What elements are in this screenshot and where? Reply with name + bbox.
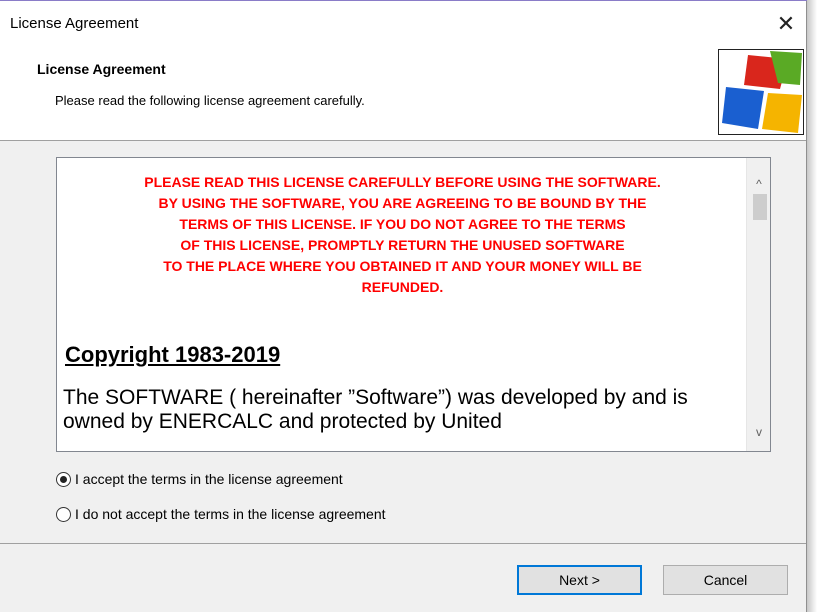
title-bar: License Agreement ✕ — [0, 1, 806, 45]
license-warning-line: TO THE PLACE WHERE YOU OBTAINED IT AND Y… — [163, 258, 642, 274]
installer-logo-icon — [718, 49, 804, 135]
license-content: PLEASE READ THIS LICENSE CAREFULLY BEFOR… — [61, 172, 744, 434]
license-text-box[interactable]: PLEASE READ THIS LICENSE CAREFULLY BEFOR… — [56, 157, 771, 452]
header-subtitle: Please read the following license agreem… — [55, 93, 365, 108]
close-icon[interactable]: ✕ — [768, 7, 804, 41]
accept-radio[interactable] — [56, 471, 71, 487]
header-title: License Agreement — [37, 61, 166, 77]
license-warning-line: BY USING THE SOFTWARE, YOU ARE AGREEING … — [158, 195, 647, 211]
license-warning-line: TERMS OF THIS LICENSE. IF YOU DO NOT AGR… — [179, 216, 626, 232]
window-shadow — [807, 0, 817, 612]
next-button[interactable]: Next > — [517, 565, 642, 595]
decline-option[interactable]: I do not accept the terms in the license… — [56, 503, 386, 525]
decline-radio[interactable] — [56, 506, 71, 522]
copyright-heading: Copyright 1983-2019 — [65, 342, 281, 367]
accept-option[interactable]: I accept the terms in the license agreem… — [56, 468, 343, 490]
decline-label[interactable]: I do not accept the terms in the license… — [75, 506, 386, 522]
license-warning-line: REFUNDED. — [361, 279, 444, 295]
license-dialog: License Agreement ✕ License Agreement Pl… — [0, 0, 807, 612]
license-warning-line: OF THIS LICENSE, PROMPTLY RETURN THE UNU… — [180, 237, 625, 253]
license-warning-line: PLEASE READ THIS LICENSE CAREFULLY BEFOR… — [144, 174, 661, 190]
scroll-up-icon[interactable]: ^ — [747, 172, 770, 196]
license-paragraph: The SOFTWARE ( hereinafter ”Software”) w… — [63, 386, 688, 433]
dialog-header: License Agreement Please read the follow… — [0, 45, 806, 141]
footer-divider — [0, 543, 806, 544]
accept-label[interactable]: I accept the terms in the license agreem… — [75, 471, 343, 487]
cancel-button[interactable]: Cancel — [663, 565, 788, 595]
scroll-down-icon[interactable]: v — [747, 420, 770, 444]
license-scrollbar[interactable]: ^ v — [746, 158, 770, 451]
scrollbar-thumb[interactable] — [753, 194, 767, 220]
window-title: License Agreement — [10, 15, 139, 32]
